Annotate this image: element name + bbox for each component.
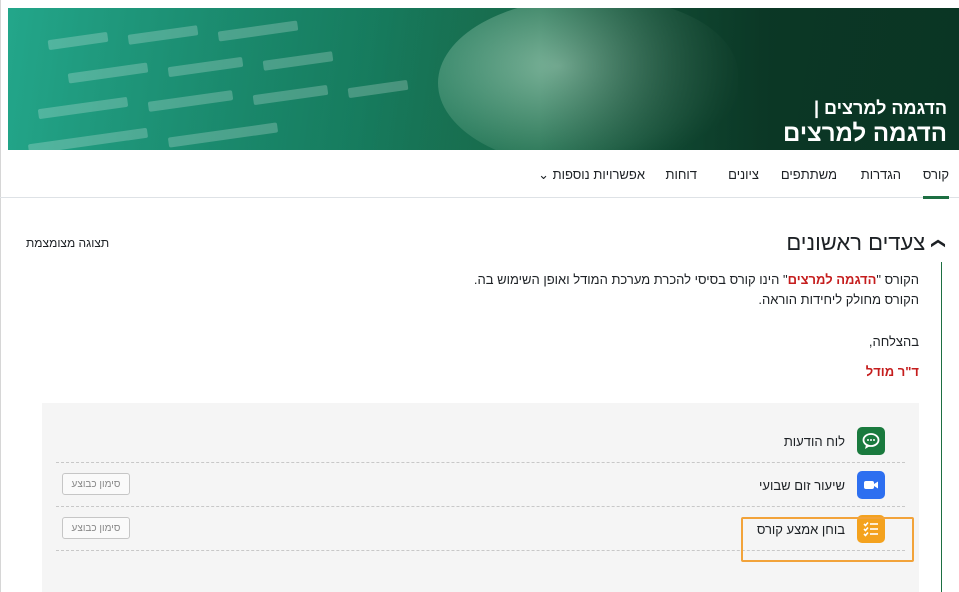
activity-item[interactable]: לוח הודעות	[56, 419, 905, 463]
chat-bubble-icon[interactable]	[857, 427, 885, 455]
summary-line-2: הקורס מחולק ליחידות הוראה.	[758, 292, 919, 307]
course-title: הדגמה למרצים	[783, 120, 947, 147]
tab-grades[interactable]: ציונים	[728, 167, 759, 182]
tab-settings[interactable]: הגדרות	[861, 167, 901, 182]
tab-reports[interactable]: דוחות	[666, 167, 698, 182]
course-name-highlight: הדגמה למרצים	[787, 272, 877, 287]
highlight-box	[741, 517, 914, 562]
summary-line-3: בהצלחה,	[868, 334, 919, 349]
course-nav: קורס הגדרות משתתפים ציונים דוחות אפשרויו…	[0, 150, 959, 199]
tab-more-options[interactable]: אפשרויות נוספות ⌄	[538, 167, 645, 183]
summary-signature: ד"ר מודל	[865, 364, 919, 379]
section-title: צעדים ראשונים	[786, 230, 926, 255]
zoom-camera-icon[interactable]	[857, 471, 885, 499]
collapsed-view-link[interactable]: תצוגה מצומצמת	[26, 236, 109, 250]
tab-participants[interactable]: משתתפים	[781, 167, 837, 182]
activity-name[interactable]: לוח הודעות	[784, 434, 845, 449]
section-summary: הקורס "הדגמה למרצים" הינו קורס בסיסי להכ…	[219, 270, 919, 382]
section-header[interactable]: ❯ צעדים ראשונים	[786, 230, 948, 256]
course-header-banner: הדגמה למרצים | הדגמה למרצים	[8, 8, 959, 150]
mark-done-button[interactable]: סימון כבוצע	[62, 473, 130, 495]
activity-item[interactable]: שיעור זום שבועי סימון כבוצע	[56, 463, 905, 507]
activity-name[interactable]: שיעור זום שבועי	[759, 478, 845, 493]
section-rail	[941, 262, 942, 592]
summary-line-1: הקורס "הדגמה למרצים" הינו קורס בסיסי להכ…	[473, 272, 919, 287]
activity-list: לוח הודעות שיעור זום שבועי סימון כבוצע ב…	[42, 403, 919, 592]
tab-course[interactable]: קורס	[922, 167, 949, 199]
course-subtitle: הדגמה למרצים |	[813, 98, 947, 118]
chevron-down-icon[interactable]: ❯	[931, 237, 948, 249]
mark-done-button[interactable]: סימון כבוצע	[62, 517, 130, 539]
